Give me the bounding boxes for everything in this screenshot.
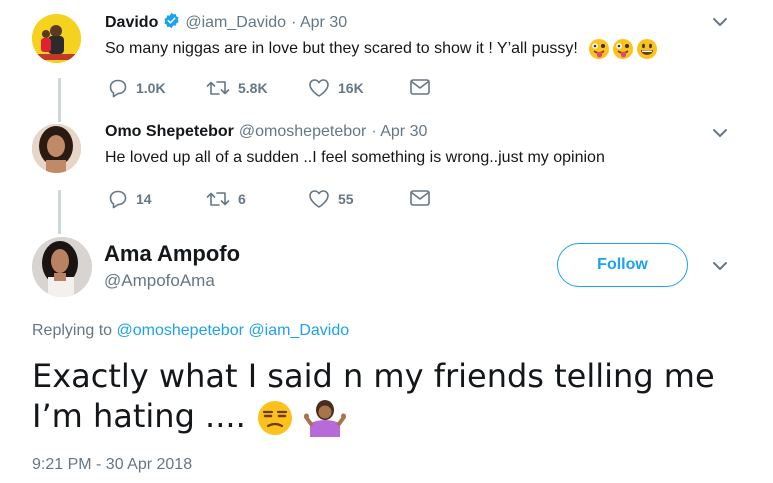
author-name[interactable]: Omo Shepetebor [105,123,234,141]
retweet-count: 6 [238,191,246,207]
retweet-icon [206,192,230,206]
avatar[interactable] [32,124,81,173]
retweet-count: 5.8K [238,80,268,96]
direct-message-button[interactable] [409,78,431,96]
thread-line [58,78,61,122]
chevron-down-icon[interactable] [712,16,728,28]
tweet-text: He loved up all of a sudden ..I feel som… [105,149,605,166]
chevron-down-icon[interactable] [712,127,728,139]
author-handle[interactable]: @iam_Davido [185,14,286,32]
like-button[interactable]: 55 [308,189,354,209]
author-name[interactable]: Ama Ampofo [104,241,240,267]
envelope-icon [410,79,430,95]
mention-link[interactable]: @iam_Davido [248,322,349,339]
like-count: 16K [338,80,364,96]
tweet-date[interactable]: · Apr 30 [371,123,427,141]
tweet-body: So many niggas are in love but they scar… [105,38,658,60]
direct-message-button[interactable] [409,189,431,207]
like-count: 55 [338,191,354,207]
avatar[interactable] [32,237,92,297]
reply-icon [109,79,127,98]
zany-face-emoji [612,39,633,59]
like-button[interactable]: 16K [308,78,364,98]
tweet-timestamp[interactable]: 9:21 PM - 30 Apr 2018 [32,456,192,474]
avatar[interactable] [32,14,81,63]
tweet-header: Davido @iam_Davido · Apr 30 [105,12,347,34]
replying-prefix: Replying to [32,322,113,339]
retweet-button[interactable]: 6 [206,189,246,209]
person-shrugging-emoji [304,400,347,437]
thread-line [58,190,61,234]
focused-tweet-body: Exactly what I said n my friends telling… [32,356,752,437]
tweet-text: So many niggas are in love but they scar… [105,40,578,57]
author-handle[interactable]: @omoshepetebor [239,123,366,141]
focused-tweet-text: Exactly what I said n my friends telling… [32,357,715,435]
retweet-button[interactable]: 5.8K [206,78,268,98]
follow-button[interactable]: Follow [557,243,688,287]
heart-icon [309,79,329,97]
reply-icon [109,190,127,209]
reply-count: 1.0K [136,80,166,96]
unamused-face-emoji [257,401,292,435]
author-name[interactable]: Davido [105,14,158,32]
tweet-date[interactable]: · Apr 30 [291,14,347,32]
reply-count: 14 [136,191,152,207]
heart-icon [309,190,329,208]
mention-link[interactable]: @omoshepetebor [117,322,244,339]
envelope-icon [410,190,430,206]
retweet-icon [206,81,230,95]
reply-button[interactable]: 1.0K [108,78,166,98]
verified-badge-icon [163,12,180,34]
zany-face-emoji [588,39,609,59]
author-handle[interactable]: @AmpofoAma [104,271,215,291]
chevron-down-icon[interactable] [712,260,728,272]
reply-button[interactable]: 14 [108,189,152,209]
replying-to: Replying to @omoshepetebor @iam_Davido [32,322,349,340]
grinning-face-emoji [636,39,657,59]
tweet-header: Omo Shepetebor @omoshepetebor · Apr 30 [105,123,427,141]
